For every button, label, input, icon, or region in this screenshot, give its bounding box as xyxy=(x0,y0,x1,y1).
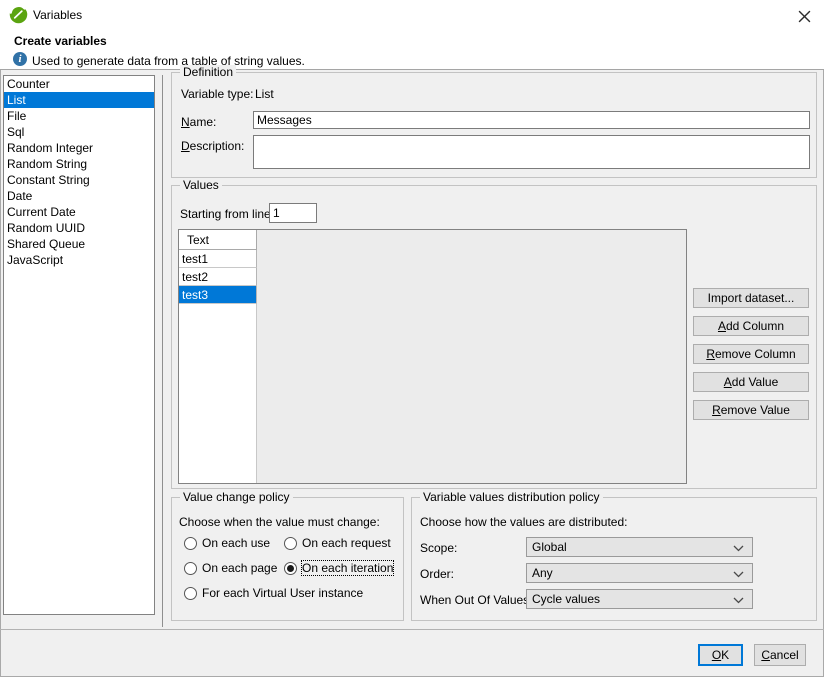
radio-circle-icon xyxy=(284,537,297,550)
radio-label: On each request xyxy=(302,536,391,550)
page-title: Create variables xyxy=(14,34,107,48)
distribution-prompt: Choose how the values are distributed: xyxy=(420,515,627,529)
radio-on-each-request[interactable]: On each request xyxy=(284,536,391,550)
table-row[interactable]: test2 xyxy=(179,268,257,286)
definition-legend: Definition xyxy=(180,65,236,79)
radio-label: On each use xyxy=(202,536,270,550)
scope-value: Global xyxy=(532,540,567,555)
type-item-current-date[interactable]: Current Date xyxy=(4,204,154,220)
type-item-list[interactable]: List xyxy=(4,92,154,108)
info-icon: i xyxy=(13,52,27,66)
column-header-text[interactable]: Text xyxy=(179,230,257,250)
type-item-javascript[interactable]: JavaScript xyxy=(4,252,154,268)
value-change-policy-legend: Value change policy xyxy=(180,490,293,504)
description-label: Description: xyxy=(181,139,244,153)
radio-circle-icon xyxy=(284,562,297,575)
when-out-of-values-select[interactable]: Cycle values xyxy=(526,589,753,609)
variables-dialog: Variables Create variables i Used to gen… xyxy=(0,0,824,677)
table-row[interactable]: test1 xyxy=(179,250,257,268)
value-change-policy-group: Value change policy Choose when the valu… xyxy=(171,497,404,621)
add-column-button[interactable]: Add Column xyxy=(693,316,809,336)
type-item-counter[interactable]: Counter xyxy=(4,76,154,92)
cancel-button[interactable]: Cancel xyxy=(754,644,806,666)
type-item-sql[interactable]: Sql xyxy=(4,124,154,140)
when-out-of-values-value: Cycle values xyxy=(532,592,600,607)
name-label: Name: xyxy=(181,115,216,129)
table-row[interactable]: test3 xyxy=(179,286,257,304)
description-input[interactable] xyxy=(253,135,810,169)
title-bar: Variables Create variables i Used to gen… xyxy=(0,0,824,70)
import-dataset-button[interactable]: Import dataset... xyxy=(693,288,809,308)
type-item-file[interactable]: File xyxy=(4,108,154,124)
distribution-policy-group: Variable values distribution policy Choo… xyxy=(411,497,817,621)
variable-type-value: List xyxy=(255,87,274,101)
radio-on-each-page[interactable]: On each page xyxy=(184,561,277,575)
order-select[interactable]: Any xyxy=(526,563,753,583)
values-group: Values Starting from line: Text test1 te… xyxy=(171,185,817,489)
distribution-policy-legend: Variable values distribution policy xyxy=(420,490,603,504)
radio-on-each-iteration[interactable]: On each iteration xyxy=(284,561,393,575)
header-divider xyxy=(0,69,824,70)
type-item-shared-queue[interactable]: Shared Queue xyxy=(4,236,154,252)
values-legend: Values xyxy=(180,178,222,192)
type-item-random-string[interactable]: Random String xyxy=(4,156,154,172)
ok-button[interactable]: OK xyxy=(698,644,743,666)
scope-label: Scope: xyxy=(420,541,457,555)
remove-column-button[interactable]: Remove Column xyxy=(693,344,809,364)
app-logo-icon xyxy=(9,5,28,24)
chevron-down-icon xyxy=(733,597,744,604)
radio-on-each-use[interactable]: On each use xyxy=(184,536,270,550)
add-value-button[interactable]: Add Value xyxy=(693,372,809,392)
order-value: Any xyxy=(532,566,553,581)
radio-circle-icon xyxy=(184,537,197,550)
radio-circle-icon xyxy=(184,587,197,600)
scope-select[interactable]: Global xyxy=(526,537,753,557)
chevron-down-icon xyxy=(733,571,744,578)
radio-label: For each Virtual User instance xyxy=(202,586,363,600)
values-table: Text test1 test2 test3 xyxy=(178,229,687,484)
variable-type-label: Variable type: xyxy=(181,87,254,101)
radio-label: On each iteration xyxy=(302,561,393,575)
footer-divider xyxy=(0,629,824,630)
vertical-separator xyxy=(162,75,163,627)
radio-for-each-virtual-user[interactable]: For each Virtual User instance xyxy=(184,586,363,600)
starting-from-label: Starting from line: xyxy=(180,207,274,221)
info-description: Used to generate data from a table of st… xyxy=(32,54,305,68)
chevron-down-icon xyxy=(733,545,744,552)
variable-type-list: Counter List File Sql Random Integer Ran… xyxy=(3,75,155,615)
radio-label: On each page xyxy=(202,561,277,575)
when-out-of-values-label: When Out Of Values: xyxy=(420,593,533,607)
type-item-random-integer[interactable]: Random Integer xyxy=(4,140,154,156)
order-label: Order: xyxy=(420,567,454,581)
type-item-constant-string[interactable]: Constant String xyxy=(4,172,154,188)
starting-from-input[interactable] xyxy=(269,203,317,223)
definition-group: Definition Variable type: List Name: Des… xyxy=(171,72,817,178)
name-input[interactable] xyxy=(253,111,810,129)
radio-circle-icon xyxy=(184,562,197,575)
remove-value-button[interactable]: Remove Value xyxy=(693,400,809,420)
type-item-date[interactable]: Date xyxy=(4,188,154,204)
window-title: Variables xyxy=(33,8,82,22)
value-change-prompt: Choose when the value must change: xyxy=(179,515,380,529)
close-icon[interactable] xyxy=(793,5,815,27)
type-item-random-uuid[interactable]: Random UUID xyxy=(4,220,154,236)
